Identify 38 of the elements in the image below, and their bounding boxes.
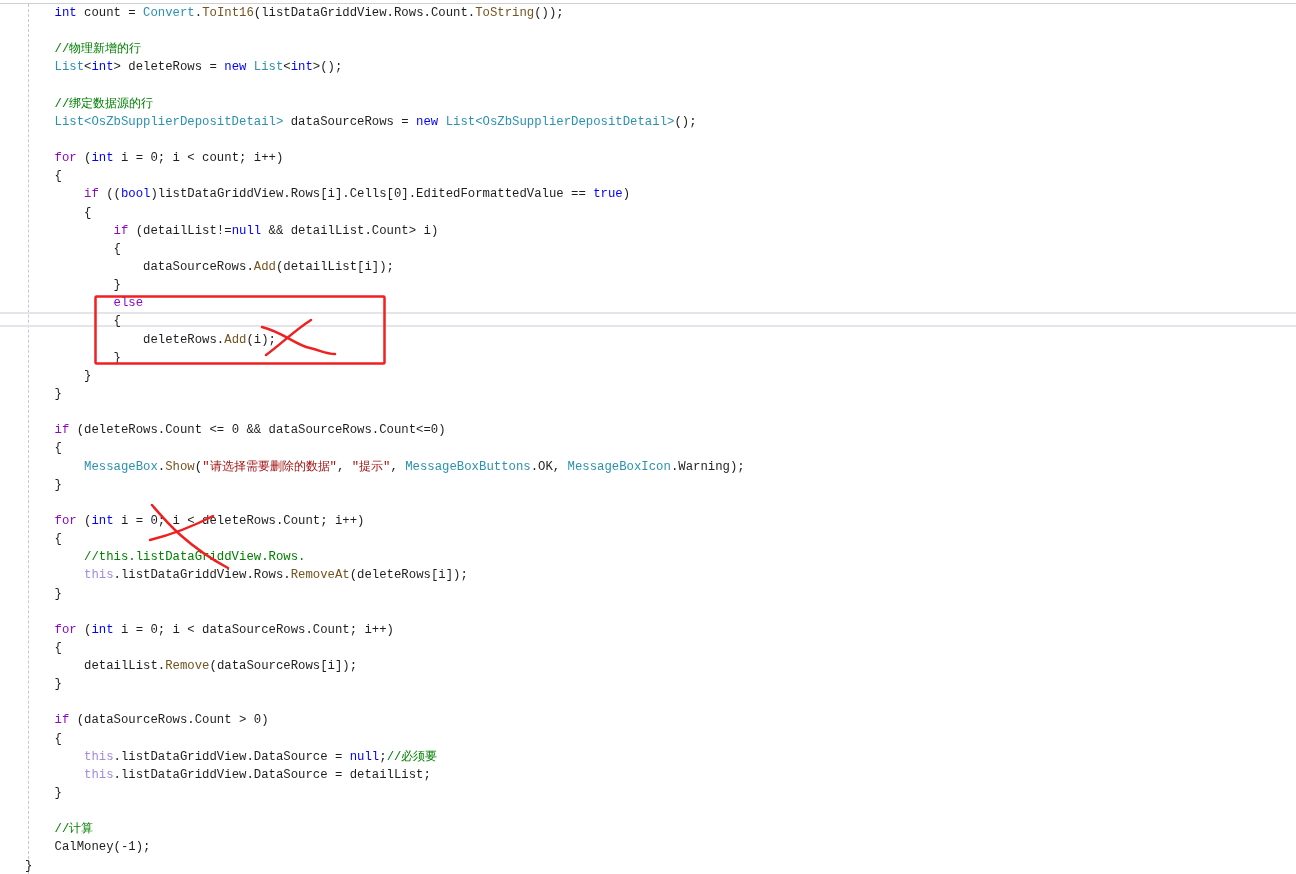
code-line: } [53,385,62,403]
code-line: } [53,585,62,603]
code-line: List<OsZbSupplierDepositDetail> dataSourceRows = new List<OsZbSupplierDepositDetail>(); [53,113,697,131]
code-line: { [112,240,121,258]
code-line: this.listDataGriddView.DataSource = null;//必须要 [83,748,438,766]
code-line: for (int i = 0; i < dataSourceRows.Count; i++) [53,621,394,639]
code-line: detailList.Remove(dataSourceRows[i]); [83,658,358,676]
code-line: if (detailList!=null && detailList.Count> i) [112,222,439,240]
code-line: deleteRows.Add(i); [142,331,276,349]
code-line: this.listDataGriddView.DataSource = detailList; [83,766,431,784]
code-line: } [112,277,121,295]
code-line: for (int i = 0; i < count; i++) [53,150,284,168]
code-line: { [53,440,62,458]
code-line: if (dataSourceRows.Count > 0) [53,712,269,730]
code-line: else [112,295,144,313]
code-line: } [53,476,62,494]
code-line: } [83,367,92,385]
code-line: } [25,857,33,874]
code-line: } [53,676,62,694]
code-line: if (deleteRows.Count <= 0 && dataSourceRows.Count<=0) [53,422,446,440]
code-line: List<int> deleteRows = new List<int>(); [53,59,343,77]
code-line: int count = Convert.ToInt16(listDataGriddView.Rows.Count.ToString()); [53,5,564,22]
code-line: //物理新增的行 [53,41,142,59]
code-line: { [53,639,62,657]
code-line: this.listDataGriddView.Rows.RemoveAt(deleteRows[i]); [83,567,468,585]
code-line: { [53,730,62,748]
code-line: if ((bool)listDataGriddView.Rows[i].Cells[0].EditedFormattedValue == true) [83,186,631,204]
code-line: { [112,313,121,331]
code-line: { [83,204,92,222]
code-line: } [53,785,62,803]
code-line: { [53,168,62,186]
code-line: //计算 [53,821,94,839]
code-line: for (int i = 0; i < deleteRows.Count; i++) [53,512,365,530]
code-line: { [53,531,62,549]
code-line: CalMoney(-1); [53,839,151,857]
code-line: dataSourceRows.Add(detailList[i]); [142,258,394,276]
code-line: MessageBox.Show("请选择需要删除的数据", "提示", MessageBoxButtons.OK, MessageBoxIcon.Warning); [83,458,745,476]
code-line: //绑定数据源的行 [53,95,154,113]
